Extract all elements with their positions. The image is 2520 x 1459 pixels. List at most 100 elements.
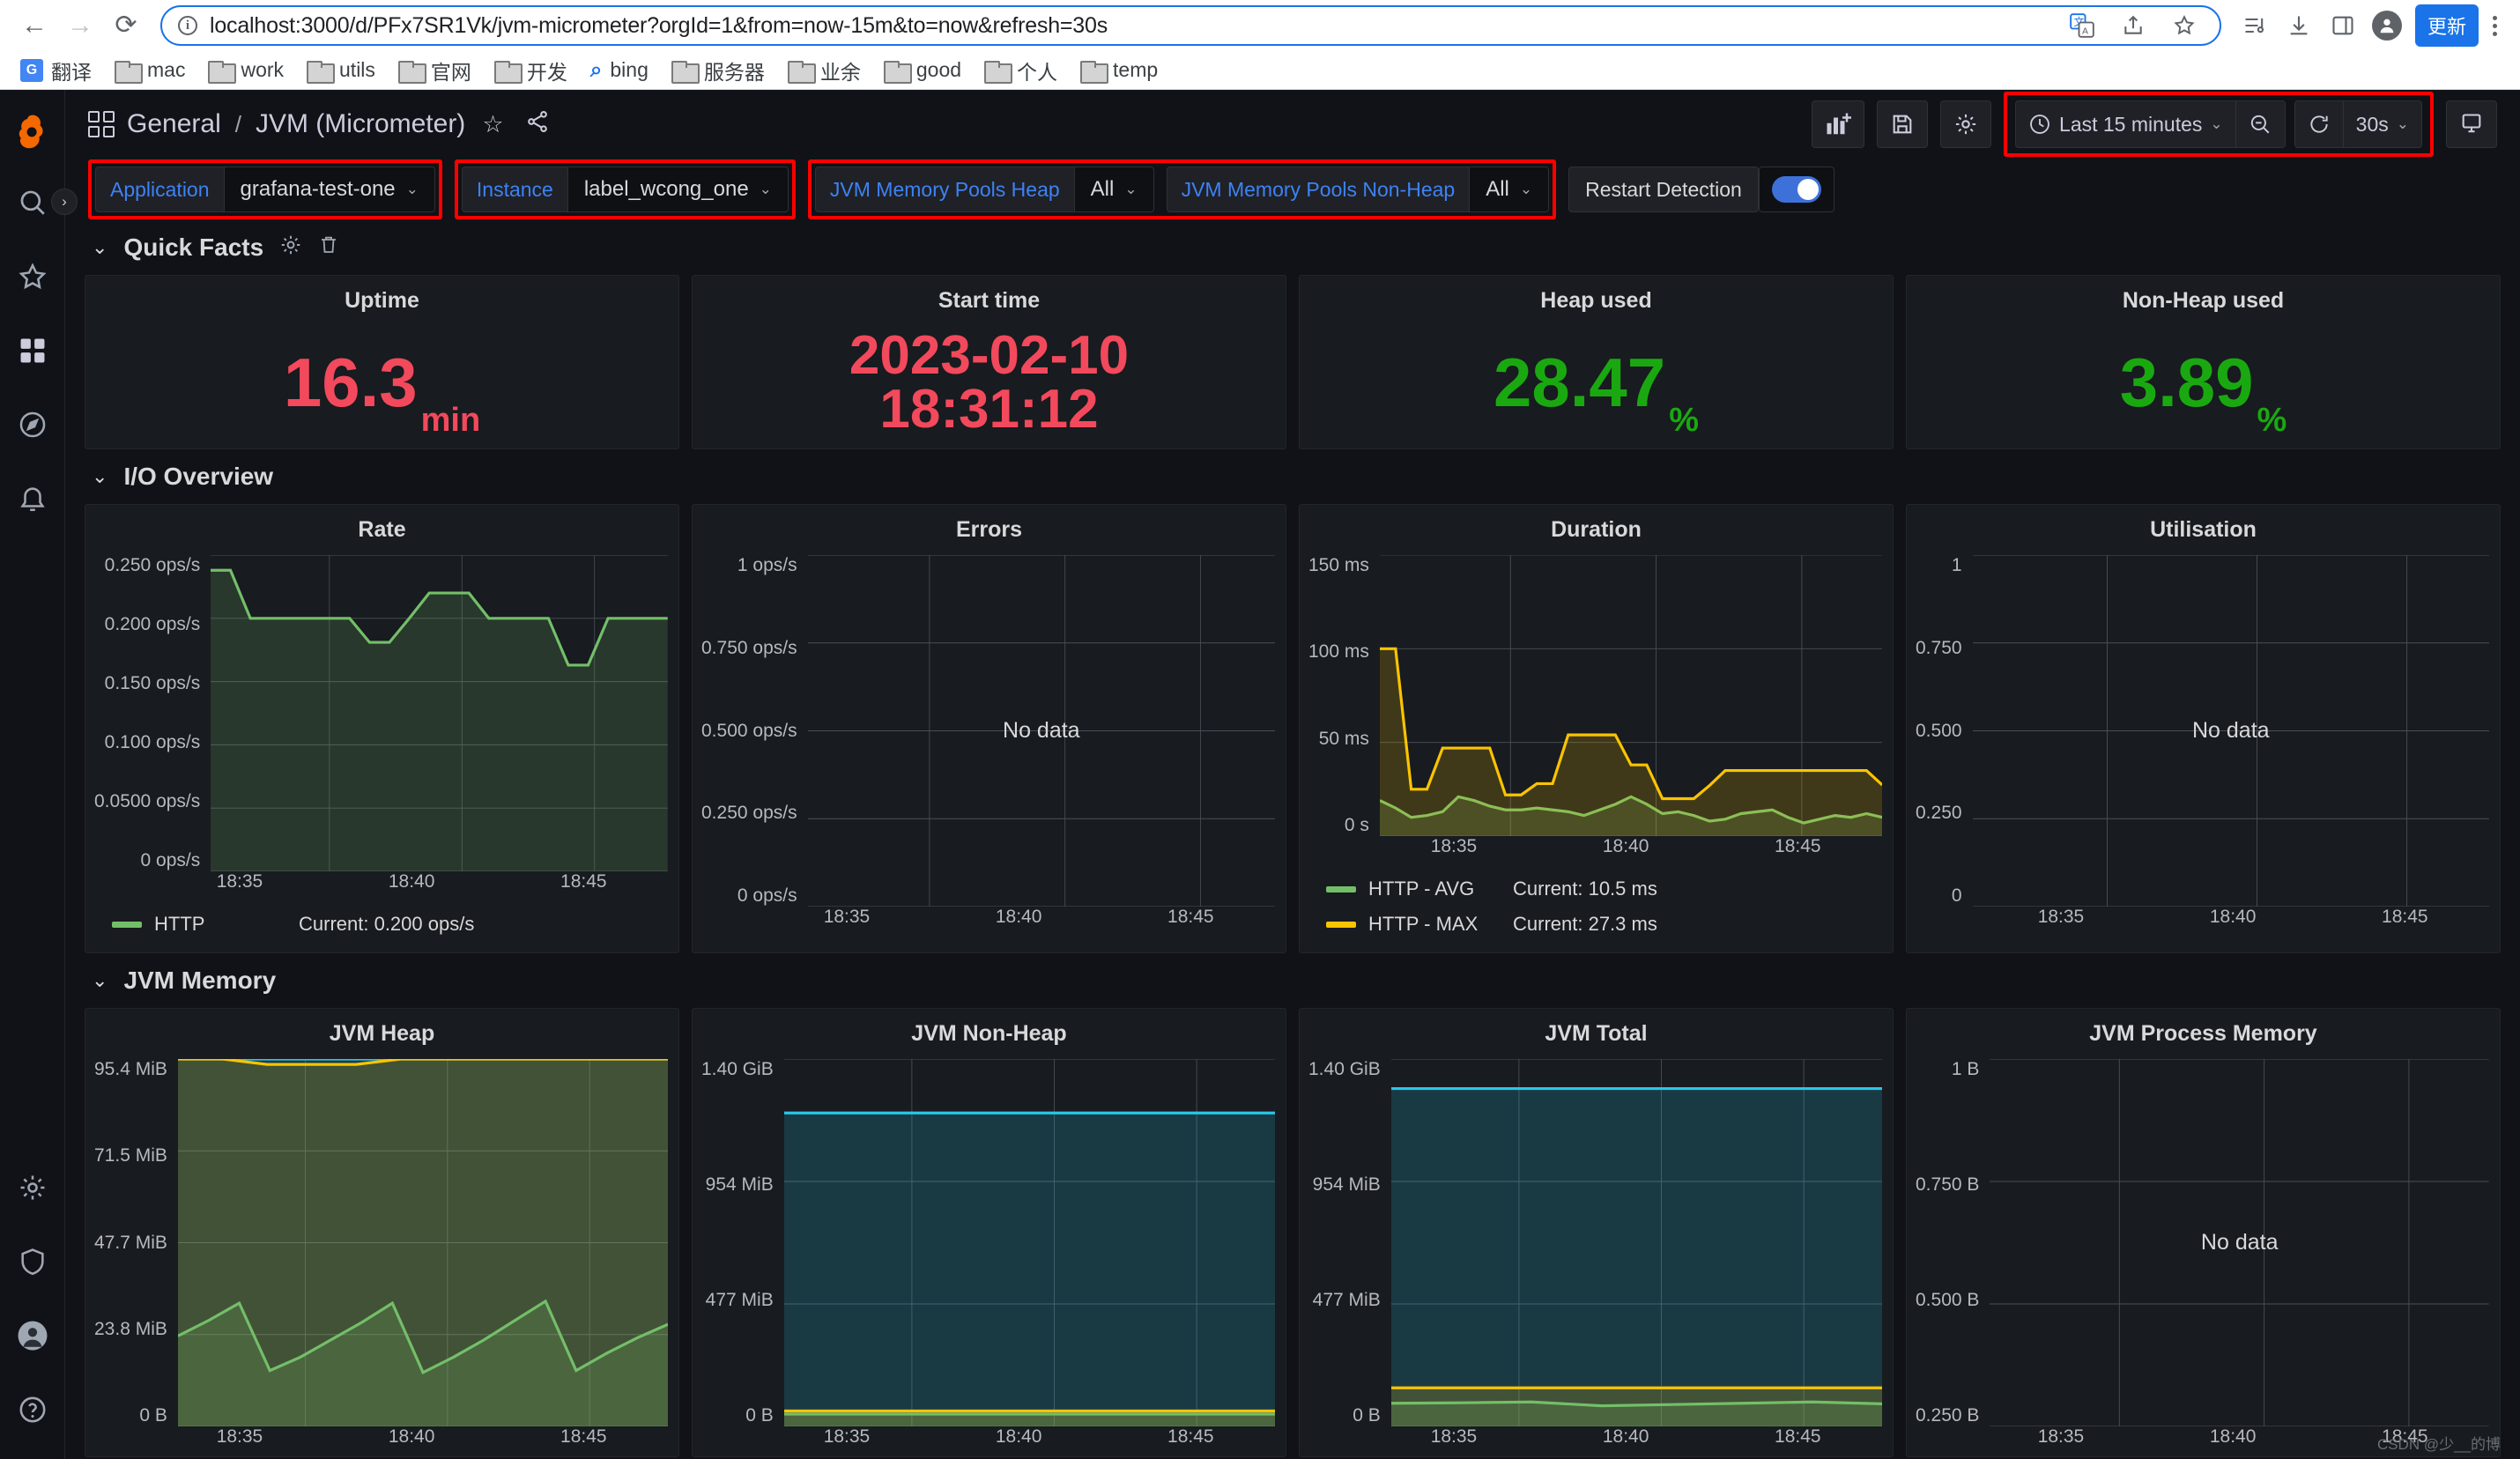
side-panel-icon[interactable] <box>2324 6 2362 45</box>
quick-facts-panels: Uptime 16.3 min Start time 2023-02-10 18… <box>85 275 2501 449</box>
breadcrumb-folder[interactable]: General <box>127 109 221 139</box>
panel-heap-used[interactable]: Heap used 28.47 % <box>1299 275 1894 449</box>
sidebar-item-alerting[interactable] <box>8 474 57 523</box>
x-tick-label: 18:35 <box>216 1426 263 1447</box>
share-icon[interactable] <box>521 109 554 140</box>
row-header-jvm-memory[interactable]: ⌄ JVM Memory <box>85 953 2501 1008</box>
restart-detection-label: Restart Detection <box>1568 167 1759 212</box>
update-button[interactable]: 更新 <box>2414 4 2479 47</box>
sidebar-item-dashboards[interactable] <box>8 326 57 375</box>
y-tick-label: 0.750 ops/s <box>701 637 797 658</box>
bookmark-label: 开发 <box>526 60 567 84</box>
refresh-interval-picker[interactable]: 30s ⌄ <box>2343 100 2422 148</box>
tv-mode-button[interactable] <box>2446 100 2497 148</box>
star-icon[interactable]: ☆ <box>478 111 508 138</box>
y-tick-label: 0.200 ops/s <box>104 614 201 634</box>
variable-select[interactable]: label_wcong_one ⌄ <box>567 167 789 212</box>
dashboard-settings-button[interactable] <box>1940 100 1992 148</box>
time-range-label: Last 15 minutes <box>2059 112 2203 136</box>
stat-value: 16.3 min <box>85 317 678 448</box>
sidebar-item-user-profile[interactable] <box>8 1311 57 1360</box>
panel-jvm-process-memory[interactable]: JVM Process Memory 1 B 0.750 B 0.500 B 0.25… <box>1906 1008 2501 1457</box>
x-tick-label: 18:40 <box>2209 1426 2257 1447</box>
bookmark-item[interactable]: mac <box>105 54 195 86</box>
bookmark-item[interactable]: temp <box>1071 54 1167 86</box>
chevron-down-icon: ⌄ <box>1519 181 1533 197</box>
bookmark-item[interactable]: 服务器 <box>662 51 775 90</box>
panel-start-time[interactable]: Start time 2023-02-10 18:31:12 <box>692 275 1286 449</box>
panel-jvm-total[interactable]: JVM Total 1.40 GiB 954 MiB 477 MiB 0 B 18:3… <box>1299 1008 1894 1457</box>
y-tick-label: 47.7 MiB <box>94 1232 167 1253</box>
sidebar-item-starred[interactable] <box>8 252 57 301</box>
back-icon[interactable]: ← <box>14 5 55 46</box>
panel-utilisation[interactable]: Utilisation 1 0.750 0.500 0.250 0 No data 18… <box>1906 504 2501 953</box>
chevron-down-icon: ⌄ <box>1124 181 1138 197</box>
panel-non-heap-used[interactable]: Non-Heap used 3.89 % <box>1906 275 2501 449</box>
legend-item[interactable]: HTTP - AVG Current: 10.5 ms <box>1326 871 1893 907</box>
panel-duration[interactable]: Duration 150 ms 100 ms 50 ms 0 s 18:35 18:40… <box>1299 504 1894 953</box>
x-tick-label: 18:35 <box>2037 1426 2085 1447</box>
time-range-picker[interactable]: Last 15 minutes ⌄ <box>2015 100 2236 148</box>
bookmark-label: 服务器 <box>703 60 765 84</box>
sidebar-item-search[interactable] <box>8 178 57 227</box>
page-title[interactable]: JVM (Micrometer) <box>256 109 465 139</box>
bookmark-star-icon[interactable] <box>2165 6 2204 45</box>
forward-icon[interactable]: → <box>60 5 100 46</box>
row-title: Quick Facts <box>123 233 264 261</box>
bookmark-item[interactable]: work <box>198 54 293 86</box>
refresh-button[interactable] <box>2294 100 2344 148</box>
translate-icon[interactable]: 文A <box>2063 6 2101 45</box>
row-header-quick-facts[interactable]: ⌄ Quick Facts <box>85 220 2501 275</box>
y-axis: 0.250 ops/s 0.200 ops/s 0.150 ops/s 0.100 o… <box>94 555 211 871</box>
row-header-io-overview[interactable]: ⌄ I/O Overview <box>85 449 2501 504</box>
site-info-icon[interactable]: i <box>178 16 197 35</box>
downloads-icon[interactable] <box>2279 6 2318 45</box>
panel-errors[interactable]: Errors 1 ops/s 0.750 ops/s 0.500 ops/s 0.25… <box>692 504 1286 953</box>
bookmark-item[interactable]: G 翻译 <box>11 51 101 90</box>
legend-series-name: HTTP <box>154 913 205 935</box>
profile-avatar[interactable] <box>2368 6 2406 45</box>
grafana-logo-icon[interactable] <box>12 111 53 152</box>
variable-instance: Instance label_wcong_one ⌄ <box>461 167 789 212</box>
panel-jvm-non-heap[interactable]: JVM Non-Heap 1.40 GiB 954 MiB 477 MiB 0 B 1… <box>692 1008 1286 1457</box>
gear-icon[interactable] <box>279 233 302 263</box>
panel-jvm-heap[interactable]: JVM Heap 95.4 MiB 71.5 MiB 47.7 MiB 23.8 Mi… <box>85 1008 679 1457</box>
bookmark-item[interactable]: 业余 <box>778 51 871 90</box>
y-axis: 1 ops/s 0.750 ops/s 0.500 ops/s 0.250 ops/s… <box>701 555 808 907</box>
variable-value: grafana-test-one <box>240 177 396 201</box>
variable-select[interactable]: All ⌄ <box>1073 167 1154 212</box>
variable-select[interactable]: grafana-test-one ⌄ <box>223 167 435 212</box>
sidebar-expand-button[interactable]: › <box>51 189 78 215</box>
browser-menu-icon[interactable] <box>2484 15 2506 36</box>
zoom-out-button[interactable] <box>2235 100 2286 148</box>
share-icon[interactable] <box>2114 6 2153 45</box>
restart-detection-toggle[interactable] <box>1771 176 1821 203</box>
bookmark-item[interactable]: good <box>874 54 971 86</box>
address-bar[interactable]: i localhost:3000/d/PFx7SR1Vk/jvm-microme… <box>160 5 2221 46</box>
bookmark-item[interactable]: utils <box>297 54 385 86</box>
bookmark-item[interactable]: ⌕ bing <box>581 54 658 87</box>
sidebar-item-explore[interactable] <box>8 400 57 449</box>
bookmark-item[interactable]: 官网 <box>389 51 481 90</box>
bookmark-label: temp <box>1113 58 1159 81</box>
sidebar-item-server-admin[interactable] <box>8 1237 57 1286</box>
io-overview-panels: Rate 0.250 ops/s 0.200 ops/s 0.150 ops/s 0.… <box>85 504 2501 953</box>
sidebar-item-help[interactable] <box>8 1385 57 1434</box>
trash-icon[interactable] <box>318 234 339 262</box>
panel-uptime[interactable]: Uptime 16.3 min <box>85 275 679 449</box>
media-controls-icon[interactable] <box>2235 6 2274 45</box>
reload-icon[interactable]: ⟳ <box>106 5 146 46</box>
y-axis: 1 B 0.750 B 0.500 B 0.250 B <box>1916 1059 1990 1426</box>
legend-item[interactable]: HTTP - MAX Current: 27.3 ms <box>1326 907 1893 942</box>
legend-item[interactable]: HTTP Current: 0.200 ops/s <box>112 907 678 942</box>
add-panel-button[interactable] <box>1812 100 1865 148</box>
legend <box>1907 937 2500 952</box>
panel-rate[interactable]: Rate 0.250 ops/s 0.200 ops/s 0.150 ops/s 0.… <box>85 504 679 953</box>
save-dashboard-button[interactable] <box>1877 100 1929 148</box>
dashboard-panels: ⌄ Quick Facts Uptime 16.3 min Start time… <box>65 220 2520 1459</box>
variable-select[interactable]: All ⌄ <box>1469 167 1550 212</box>
x-tick-label: 18:40 <box>1602 836 1649 856</box>
bookmark-item[interactable]: 开发 <box>485 51 577 90</box>
sidebar-item-configuration[interactable] <box>8 1163 57 1212</box>
bookmark-item[interactable]: 个人 <box>975 51 1067 90</box>
